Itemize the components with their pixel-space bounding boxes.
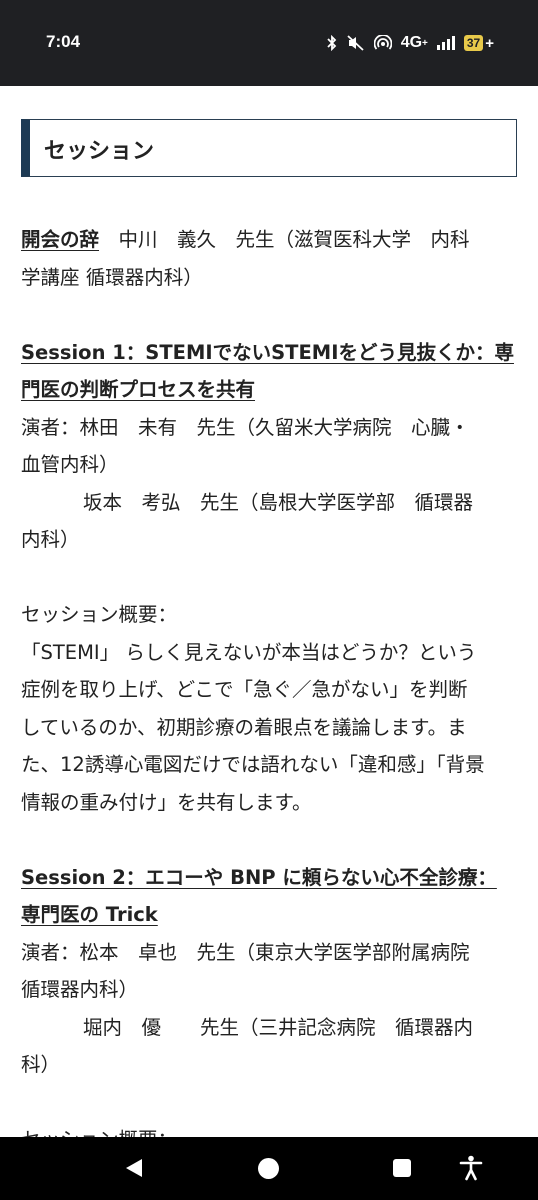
session1-title-line1: Session 1：STEMIでないSTEMIをどう見抜くか：専	[21, 340, 514, 364]
session1-summary-label: セッション概要：	[21, 603, 178, 626]
session1-summary-line: た、12誘導心電図だけでは語れない「違和感」「背景	[21, 753, 485, 776]
status-bar: 7:04 4G + 37 +	[0, 0, 538, 86]
hotspot-icon	[373, 35, 392, 51]
section-heading-text: セッション	[44, 139, 155, 164]
section-heading: セッション	[21, 119, 517, 177]
session1-summary-line: 情報の重み付け」を共有します。	[21, 790, 312, 814]
recents-icon[interactable]	[392, 1158, 412, 1182]
session2-speaker1-line2: 循環器内科）	[21, 978, 139, 1001]
home-icon[interactable]	[257, 1157, 280, 1184]
session2-title-line1: Session 2：エコーや BNP に頼らない心不全診療：	[21, 865, 497, 889]
status-time: 7:04	[46, 32, 81, 51]
mute-icon	[347, 35, 365, 51]
session1-title-line2: 門医の判断プロセスを共有	[21, 378, 256, 401]
session1-summary-line: しているのか、初期診療の着眼点を議論します。ま	[21, 715, 467, 739]
navigation-bar	[0, 1137, 538, 1200]
session1-speaker2-line1: 坂本 考弘 先生（島根大学医学部 循環器	[83, 490, 474, 514]
signal-icon	[436, 36, 455, 50]
bluetooth-icon	[326, 35, 338, 51]
status-icons: 4G + 37 +	[326, 32, 494, 54]
session1-summary-line: 症例を取り上げ、どこで「急ぐ／急がない」を判断	[21, 678, 468, 701]
session1-speaker1-line2: 血管内科）	[21, 453, 119, 476]
battery-icon: 37 +	[463, 35, 494, 52]
accessibility-icon[interactable]	[459, 1155, 483, 1185]
battery-level: 37	[463, 35, 484, 51]
back-icon[interactable]	[123, 1157, 145, 1183]
article-body: 開会の辞 中川 義久 先生（滋賀医科大学 内科 学講座 循環器内科） Sessi…	[21, 221, 517, 1159]
session2-speaker1-line1: 演者：松本 卓也 先生（東京大学医学部附属病院	[21, 940, 470, 964]
session1-summary-line: 「STEMI」 らしく見えないが本当はどうか？という	[21, 640, 477, 664]
session1-speaker1-line1: 演者：林田 未有 先生（久留米大学病院 心臓・	[21, 415, 470, 439]
session2-speaker2-line1: 堀内 優 先生（三井記念病院 循環器内	[83, 1015, 474, 1039]
opening-line1: 開会の辞 中川 義久 先生（滋賀医科大学 内科	[21, 228, 470, 251]
session1-speaker2-line2: 内科）	[21, 528, 80, 551]
session2-speaker2-line2: 科）	[21, 1053, 61, 1076]
opening-label: 開会の辞	[21, 228, 100, 251]
network-type: 4G +	[400, 34, 428, 51]
session2-title-line2: 専門医の Trick	[21, 903, 158, 926]
opening-line2: 学講座 循環器内科）	[21, 265, 203, 289]
